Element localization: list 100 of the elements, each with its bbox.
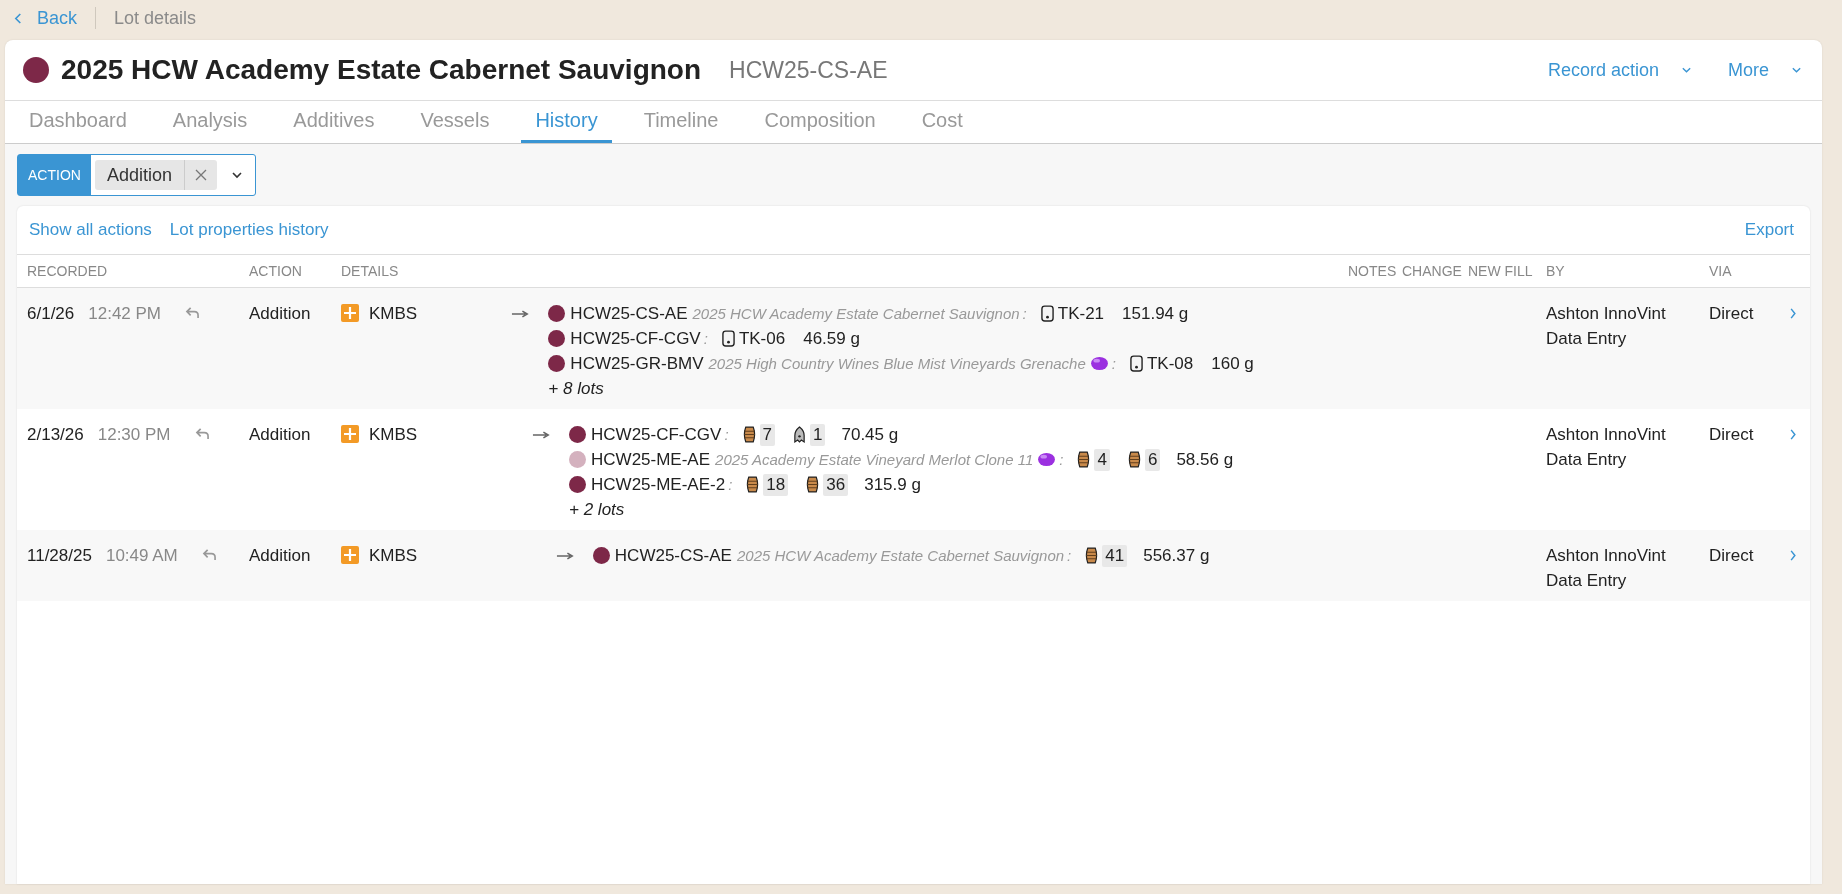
amount-text: 160 g bbox=[1211, 353, 1254, 375]
vessel-label: 18 bbox=[763, 473, 789, 496]
lot-code-link[interactable]: HCW25-ME-AE-2 bbox=[591, 472, 726, 497]
vessel-label: 41 bbox=[1102, 544, 1128, 567]
dropdown-button[interactable]: Record action bbox=[1547, 59, 1692, 81]
chevron-down-icon bbox=[1681, 66, 1692, 74]
back-link[interactable]: Back bbox=[14, 7, 78, 29]
date-text: 2/13/26 bbox=[27, 424, 84, 446]
lot-description: 2025 HCW Academy Estate Cabernet Sauvignon bbox=[736, 546, 1065, 566]
vessel-label: TK-06 bbox=[738, 328, 786, 350]
dropdown-button[interactable]: More bbox=[1728, 59, 1802, 81]
tab[interactable]: Dashboard bbox=[15, 101, 141, 143]
lot-code: HCW25-CS-AE bbox=[729, 56, 888, 84]
amount-text: 556.37 g bbox=[1143, 545, 1210, 567]
vessel-label: 1 bbox=[810, 423, 826, 446]
tab[interactable]: Timeline bbox=[629, 101, 733, 143]
tab[interactable]: Analysis bbox=[158, 101, 262, 143]
lot-description: 2025 Academy Estate Vineyard Merlot Clone 11 bbox=[715, 450, 1034, 470]
link[interactable]: Lot properties history bbox=[169, 220, 329, 240]
chevron-right-icon[interactable] bbox=[1789, 428, 1797, 441]
link[interactable]: Show all actions bbox=[29, 220, 152, 240]
additive-name: KMBS bbox=[369, 303, 418, 325]
tab[interactable]: Composition bbox=[750, 101, 890, 143]
barrel-icon bbox=[746, 476, 760, 493]
date-text: 11/28/25 bbox=[27, 545, 92, 567]
vessel-label: TK-08 bbox=[1147, 353, 1194, 375]
lot-title: 2025 HCW Academy Estate Cabernet Sauvignon bbox=[61, 54, 702, 86]
via-text: Direct bbox=[1709, 425, 1754, 444]
more-lots-text: + 8 lots bbox=[548, 378, 605, 400]
vessel-label: TK-21 bbox=[1057, 303, 1105, 325]
lot-code-link[interactable]: HCW25-GR-BMV bbox=[570, 351, 704, 376]
additive-name: KMBS bbox=[369, 424, 418, 446]
time-text: 12:30 PM bbox=[97, 424, 171, 446]
amount-text: 315.9 g bbox=[864, 474, 921, 496]
user-name: Ashton InnoVint Data Entry bbox=[1546, 545, 1667, 592]
column-header: DETAILS bbox=[341, 263, 400, 279]
undo-icon[interactable] bbox=[201, 548, 217, 561]
lot-code-link[interactable]: HCW25-CF-CGV bbox=[591, 422, 722, 447]
tank-icon bbox=[1040, 305, 1054, 322]
lot-code-link[interactable]: HCW25-CS-AE bbox=[570, 301, 688, 326]
undo-icon[interactable] bbox=[185, 306, 201, 319]
lot-code-link[interactable]: HCW25-CS-AE bbox=[614, 543, 732, 568]
breadcrumb-current: Lot details bbox=[114, 7, 197, 29]
bin-icon bbox=[793, 426, 806, 443]
barrel-icon bbox=[1085, 547, 1099, 564]
filter-label: ACTION bbox=[18, 155, 91, 195]
user-name: Ashton InnoVint Data Entry bbox=[1546, 424, 1667, 471]
additive-icon bbox=[341, 546, 359, 564]
filter-chip: Addition bbox=[94, 160, 217, 190]
column-header: ACTION bbox=[249, 263, 303, 279]
barrel-icon bbox=[1077, 451, 1091, 468]
separator-text: : bbox=[724, 425, 729, 445]
column-header: VIA bbox=[1709, 263, 1733, 279]
arrow-icon bbox=[555, 551, 575, 561]
separator-text: : bbox=[1059, 450, 1064, 470]
column-header: NOTES bbox=[1348, 263, 1398, 279]
vessel-label: 7 bbox=[759, 423, 775, 446]
barrel-icon bbox=[1127, 451, 1141, 468]
tab[interactable]: Additives bbox=[279, 101, 389, 143]
separator-text: : bbox=[728, 475, 733, 495]
separator-text: : bbox=[703, 329, 708, 349]
amount-text: 58.56 g bbox=[1176, 449, 1234, 471]
amount-text: 46.59 g bbox=[803, 328, 860, 350]
lot-code-link[interactable]: HCW25-CF-CGV bbox=[570, 326, 701, 351]
chevron-right-icon[interactable] bbox=[1789, 307, 1797, 320]
time-text: 12:42 PM bbox=[88, 303, 162, 325]
separator-text: : bbox=[1111, 354, 1116, 374]
arrow-icon bbox=[532, 430, 552, 440]
date-text: 6/1/26 bbox=[27, 303, 75, 325]
arrow-icon bbox=[511, 309, 531, 319]
vessel-label: 36 bbox=[823, 473, 849, 496]
action-text: Addition bbox=[249, 425, 311, 444]
lot-code-link[interactable]: HCW25-ME-AE bbox=[591, 447, 711, 472]
time-text: 10:49 AM bbox=[105, 545, 178, 567]
vessel-label: 6 bbox=[1144, 448, 1161, 471]
column-header: BY bbox=[1546, 263, 1566, 279]
chevron-left-icon bbox=[14, 11, 23, 25]
action-text: Addition bbox=[249, 304, 311, 323]
filter-field[interactable]: ACTION Addition bbox=[17, 154, 256, 196]
lot-description: 2025 High Country Wines Blue Mist Vineyards Grenache bbox=[708, 354, 1086, 374]
via-text: Direct bbox=[1709, 546, 1754, 565]
via-text: Direct bbox=[1709, 304, 1754, 323]
user-name: Ashton InnoVint Data Entry bbox=[1546, 303, 1667, 350]
tank-icon bbox=[1130, 355, 1143, 372]
action-text: Addition bbox=[249, 546, 311, 565]
separator-text: : bbox=[1022, 304, 1027, 324]
chevron-right-icon[interactable] bbox=[1789, 549, 1797, 562]
vessel-label: 4 bbox=[1094, 448, 1110, 471]
tank-icon bbox=[721, 330, 735, 347]
additive-icon bbox=[341, 304, 359, 322]
undo-icon[interactable] bbox=[194, 427, 210, 440]
amount-text: 151.94 g bbox=[1122, 303, 1189, 325]
chevron-down-icon[interactable] bbox=[230, 171, 243, 179]
additive-name: KMBS bbox=[369, 545, 418, 567]
additive-icon bbox=[341, 425, 359, 443]
tab[interactable]: Cost bbox=[907, 101, 977, 143]
export-link[interactable]: Export bbox=[1744, 220, 1794, 240]
tab[interactable]: Vessels bbox=[406, 101, 504, 143]
amount-text: 70.45 g bbox=[841, 424, 899, 446]
column-header: RECORDED bbox=[27, 263, 109, 279]
